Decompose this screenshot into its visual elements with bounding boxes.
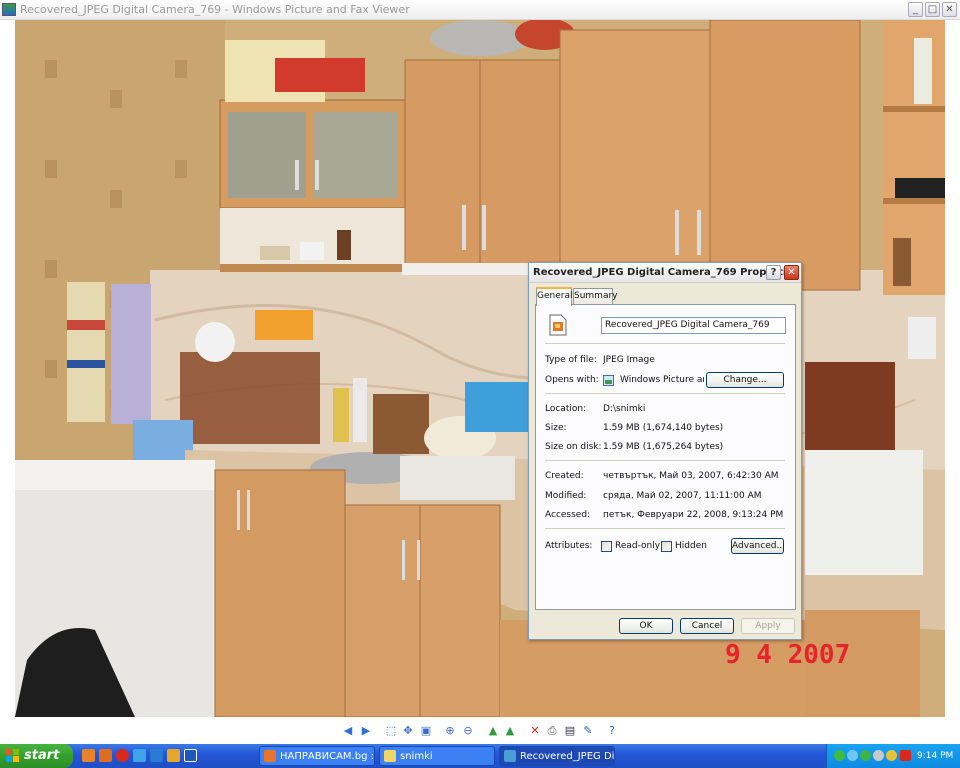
best-fit-icon[interactable]: ⬚ xyxy=(384,724,398,738)
modified-label: Modified: xyxy=(545,491,587,501)
location-label: Location: xyxy=(545,404,587,414)
size-on-disk-label: Size on disk: xyxy=(545,442,602,452)
print-icon[interactable]: ⎙ xyxy=(545,724,559,738)
jpeg-file-icon xyxy=(549,314,567,336)
slide-show-icon[interactable]: ▣ xyxy=(419,724,433,738)
show-desktop-icon[interactable] xyxy=(133,749,146,762)
dialog-close-button[interactable]: ✕ xyxy=(784,265,799,280)
size-label: Size: xyxy=(545,423,567,433)
opens-with-value: Windows Picture and F xyxy=(620,375,704,385)
created-value: четвъртък, Май 03, 2007, 6:42:30 AM xyxy=(603,471,779,481)
viewer-toolbar: ◀ ▶ ⬚ ✥ ▣ ⊕ ⊖ ▲ ▲ ✕ ⎙ ▤ ✎ ? xyxy=(0,720,960,743)
separator xyxy=(545,393,785,394)
picture-viewer-small-icon xyxy=(603,375,614,386)
modified-value: сряда, Май 02, 2007, 11:11:00 AM xyxy=(603,491,762,501)
zoom-in-icon[interactable]: ⊕ xyxy=(443,724,457,738)
media-player-icon[interactable] xyxy=(184,749,197,762)
type-of-file-value: JPEG Image xyxy=(603,355,655,365)
media-icon[interactable] xyxy=(167,749,180,762)
quick-launch-icon[interactable] xyxy=(82,749,95,762)
start-button[interactable]: start xyxy=(0,744,73,768)
maximize-button[interactable]: □ xyxy=(925,2,940,17)
separator xyxy=(545,343,785,344)
folder-icon xyxy=(384,750,396,762)
apply-button[interactable]: Apply xyxy=(741,618,795,634)
date-stamp: 9 4 2007 xyxy=(725,640,850,670)
close-button[interactable]: ✕ xyxy=(942,2,957,17)
kitchen-photo-illustration: 9 4 2007 xyxy=(15,20,945,717)
picture-viewer-icon xyxy=(504,750,516,762)
taskbar: start НАПРАВИСАМ.bg :: ... snimki Recove… xyxy=(0,744,960,768)
windows-flag-icon xyxy=(6,749,19,762)
rotate-clockwise-icon[interactable]: ▲ xyxy=(486,724,500,738)
dialog-titlebar: Recovered_JPEG Digital Camera_769 Proper… xyxy=(529,263,801,283)
copy-to-icon[interactable]: ▤ xyxy=(563,724,577,738)
browser-icon xyxy=(264,750,276,762)
separator xyxy=(545,528,785,529)
tab-general[interactable]: General xyxy=(536,287,572,306)
accessed-value: петък, Февруари 22, 2008, 9:13:24 PM xyxy=(603,510,784,520)
read-only-checkbox[interactable] xyxy=(601,541,612,552)
firefox-icon[interactable] xyxy=(99,749,112,762)
dialog-title: Recovered_JPEG Digital Camera_769 Proper… xyxy=(533,267,800,278)
clock: 9:14 PM xyxy=(917,751,954,761)
volume-icon[interactable] xyxy=(873,750,884,761)
network-icon[interactable] xyxy=(834,750,845,761)
created-label: Created: xyxy=(545,471,584,481)
delete-icon[interactable]: ✕ xyxy=(528,724,542,738)
cancel-button[interactable]: Cancel xyxy=(680,618,734,634)
antivirus-icon[interactable] xyxy=(900,750,911,761)
general-tab-panel: Recovered_JPEG Digital Camera_769 Type o… xyxy=(535,304,796,610)
minimize-button[interactable]: _ xyxy=(908,2,923,17)
hidden-label[interactable]: Hidden xyxy=(675,541,707,551)
attributes-label: Attributes: xyxy=(545,541,593,551)
kitchen-photo: 9 4 2007 xyxy=(15,20,945,717)
zoom-out-icon[interactable]: ⊖ xyxy=(461,724,475,738)
read-only-label[interactable]: Read-only xyxy=(615,541,660,551)
taskbar-item-label: Recovered_JPEG Digi... xyxy=(520,751,615,762)
opera-icon[interactable] xyxy=(116,749,129,762)
taskbar-item-naprav[interactable]: НАПРАВИСАМ.bg :: ... xyxy=(259,746,375,766)
taskbar-item-snimki[interactable]: snimki xyxy=(379,746,495,766)
properties-dialog: Recovered_JPEG Digital Camera_769 Proper… xyxy=(528,262,802,640)
window-title: Recovered_JPEG Digital Camera_769 - Wind… xyxy=(20,3,410,16)
hidden-checkbox[interactable] xyxy=(661,541,672,552)
previous-image-icon[interactable]: ◀ xyxy=(341,724,355,738)
size-on-disk-value: 1.59 MB (1,675,264 bytes) xyxy=(603,442,724,452)
file-name-field[interactable]: Recovered_JPEG Digital Camera_769 xyxy=(601,317,786,334)
image-viewport: 9 4 2007 xyxy=(0,20,960,720)
start-label: start xyxy=(24,748,60,763)
actual-size-icon[interactable]: ✥ xyxy=(401,724,415,738)
next-image-icon[interactable]: ▶ xyxy=(359,724,373,738)
help-icon[interactable]: ? xyxy=(605,724,619,738)
internet-explorer-icon[interactable] xyxy=(150,749,163,762)
taskbar-item-picture-viewer[interactable]: Recovered_JPEG Digi... xyxy=(499,746,615,766)
rotate-counterclockwise-icon[interactable]: ▲ xyxy=(503,724,517,738)
edit-icon[interactable]: ✎ xyxy=(581,724,595,738)
security-icon[interactable] xyxy=(860,750,871,761)
accessed-label: Accessed: xyxy=(545,510,591,520)
window-titlebar: Recovered_JPEG Digital Camera_769 - Wind… xyxy=(0,0,960,20)
taskbar-item-label: snimki xyxy=(400,751,433,762)
advanced-button[interactable]: Advanced... xyxy=(731,538,785,554)
update-icon[interactable] xyxy=(886,750,897,761)
location-value: D:\snimki xyxy=(603,404,646,414)
tab-summary[interactable]: Summary xyxy=(573,288,618,305)
taskbar-item-label: НАПРАВИСАМ.bg :: ... xyxy=(280,751,374,762)
ok-button[interactable]: OK xyxy=(619,618,673,634)
dialog-help-button[interactable]: ? xyxy=(766,265,781,280)
type-of-file-label: Type of file: xyxy=(545,355,597,365)
bluetooth-icon[interactable] xyxy=(847,750,858,761)
system-tray: 9:14 PM xyxy=(826,744,960,768)
change-button[interactable]: Change... xyxy=(706,372,784,388)
size-value: 1.59 MB (1,674,140 bytes) xyxy=(603,423,724,433)
picture-viewer-icon xyxy=(2,3,16,16)
opens-with-label: Opens with: xyxy=(545,375,599,385)
separator xyxy=(545,460,785,461)
